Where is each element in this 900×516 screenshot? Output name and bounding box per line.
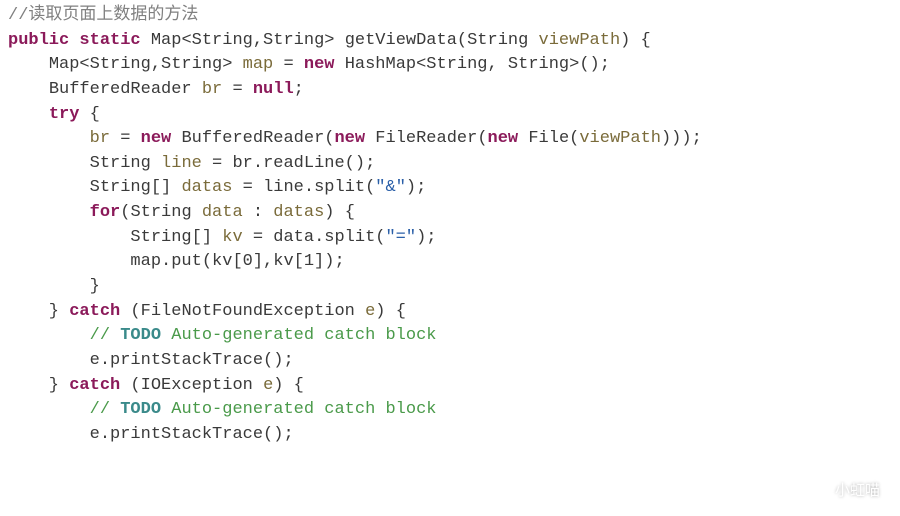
map-put: map.put(kv[0],kv[1]); xyxy=(130,252,344,271)
watermark-text: 小虹喵 xyxy=(835,480,880,502)
kw-new: new xyxy=(334,129,365,148)
stacktrace: e.printStackTrace(); xyxy=(90,351,294,370)
kw-public: public xyxy=(8,31,69,50)
line-var: line xyxy=(161,154,202,173)
datas-type: String[] xyxy=(90,178,172,197)
map-type: Map<String,String> xyxy=(49,55,233,74)
br-type: BufferedReader xyxy=(49,80,192,99)
kw-catch: catch xyxy=(69,302,120,321)
stacktrace: e.printStackTrace(); xyxy=(90,425,294,444)
catch1-type: FileNotFoundException xyxy=(141,302,355,321)
map-var: map xyxy=(243,55,274,74)
param-type: String xyxy=(467,31,528,50)
catch2-type: IOException xyxy=(141,376,253,395)
readline: br.readLine() xyxy=(232,154,365,173)
fn-name: getViewData xyxy=(345,31,457,50)
kw-static: static xyxy=(79,31,140,50)
str-amp: "&" xyxy=(375,178,406,197)
kw-new: new xyxy=(141,129,172,148)
comment-top: //读取页面上数据的方法 xyxy=(8,6,198,25)
cls-file: File xyxy=(528,129,569,148)
return-type: Map<String,String> xyxy=(151,31,335,50)
kw-new: new xyxy=(488,129,519,148)
catch1-var: e xyxy=(365,302,375,321)
kv-type: String[] xyxy=(130,228,212,247)
todo-prefix: // xyxy=(90,400,121,419)
wechat-icon xyxy=(809,481,829,501)
datas-var: datas xyxy=(181,178,232,197)
todo-kw: TODO xyxy=(120,326,161,345)
kw-for: for xyxy=(90,203,121,222)
kv-split: data.split( xyxy=(273,228,385,247)
kw-null: null xyxy=(253,80,294,99)
arg-viewpath: viewPath xyxy=(579,129,661,148)
str-eq: "=" xyxy=(385,228,416,247)
cls-filereader: FileReader xyxy=(375,129,477,148)
watermark: 小虹喵 xyxy=(809,480,880,502)
todo-prefix: // xyxy=(90,326,121,345)
split-call: line.split( xyxy=(263,178,375,197)
param-name: viewPath xyxy=(539,31,621,50)
kw-new: new xyxy=(304,55,335,74)
catch2-var: e xyxy=(263,376,273,395)
kw-catch: catch xyxy=(69,376,120,395)
hashmap-ctor: HashMap<String, String>() xyxy=(345,55,600,74)
for-var: data xyxy=(202,203,243,222)
for-type: String xyxy=(130,203,191,222)
todo-kw: TODO xyxy=(120,400,161,419)
kw-try: try xyxy=(49,105,80,124)
br-assign: br xyxy=(90,129,110,148)
todo-rest: Auto-generated catch block xyxy=(161,326,436,345)
for-iter: datas xyxy=(273,203,324,222)
line-type: String xyxy=(90,154,151,173)
br-var: br xyxy=(202,80,222,99)
code-block: //读取页面上数据的方法 public static Map<String,St… xyxy=(8,4,892,448)
todo-rest: Auto-generated catch block xyxy=(161,400,436,419)
kv-var: kv xyxy=(222,228,242,247)
cls-bufreader: BufferedReader xyxy=(181,129,324,148)
